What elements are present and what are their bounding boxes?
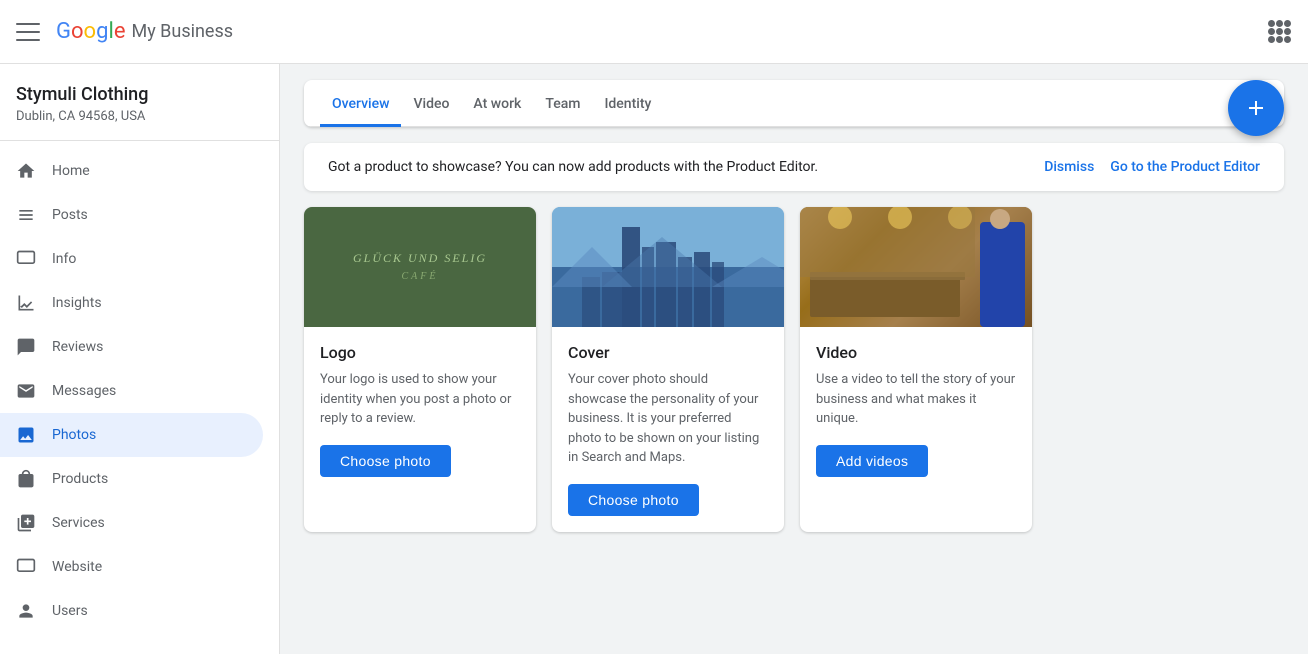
- fab-add-button[interactable]: [1228, 80, 1284, 136]
- sidebar-item-home[interactable]: Home: [0, 149, 263, 193]
- cards-grid: Glück und Selig CAFÉ Logo Your logo is u…: [304, 207, 1284, 532]
- google-wordmark: Google: [56, 19, 125, 44]
- messages-icon: [16, 381, 36, 401]
- sidebar-item-insights[interactable]: Insights: [0, 281, 263, 325]
- main-layout: Stymuli Clothing Dublin, CA 94568, USA H…: [0, 64, 1308, 654]
- video-card: Video Use a video to tell the story of y…: [800, 207, 1032, 532]
- promo-banner: Got a product to showcase? You can now a…: [304, 143, 1284, 191]
- home-icon: [16, 161, 36, 181]
- video-shop-scene: [800, 207, 1032, 327]
- tabs-card: Overview Video At work Team Identity: [304, 80, 1284, 127]
- logo-card-title: Logo: [320, 343, 520, 362]
- sidebar-item-messages[interactable]: Messages: [0, 369, 263, 413]
- insights-icon: [16, 293, 36, 313]
- business-info: Stymuli Clothing Dublin, CA 94568, USA: [0, 64, 279, 141]
- dismiss-button[interactable]: Dismiss: [1044, 159, 1094, 175]
- add-videos-button[interactable]: Add videos: [816, 445, 928, 477]
- sidebar-label-products: Products: [52, 471, 108, 487]
- sidebar-label-info: Info: [52, 251, 76, 267]
- sidebar-item-website[interactable]: Website: [0, 545, 263, 589]
- business-name: Stymuli Clothing: [16, 84, 263, 105]
- sidebar-label-posts: Posts: [52, 207, 88, 223]
- info-icon: [16, 249, 36, 269]
- product-name: My Business: [131, 21, 233, 42]
- tab-identity[interactable]: Identity: [592, 80, 663, 127]
- cover-card-desc: Your cover photo should showcase the per…: [568, 370, 768, 468]
- website-icon: [16, 557, 36, 577]
- sidebar-item-photos[interactable]: Photos: [0, 413, 263, 457]
- video-card-desc: Use a video to tell the story of your bu…: [816, 370, 1016, 429]
- cover-card-image: [552, 207, 784, 327]
- video-card-image: [800, 207, 1032, 327]
- google-logo: Google My Business: [56, 19, 233, 44]
- logo-card-body: Logo Your logo is used to show your iden…: [304, 327, 536, 493]
- logo-choose-photo-button[interactable]: Choose photo: [320, 445, 451, 477]
- cityscape-svg: [552, 207, 784, 327]
- video-card-title: Video: [816, 343, 1016, 362]
- apps-grid-icon[interactable]: [1268, 20, 1292, 44]
- sidebar-label-website: Website: [52, 559, 102, 575]
- product-editor-link[interactable]: Go to the Product Editor: [1110, 159, 1260, 175]
- tab-team[interactable]: Team: [533, 80, 592, 127]
- tab-video[interactable]: Video: [401, 80, 461, 127]
- posts-icon: [16, 205, 36, 225]
- tab-overview[interactable]: Overview: [320, 80, 401, 127]
- services-icon: [16, 513, 36, 533]
- sidebar: Stymuli Clothing Dublin, CA 94568, USA H…: [0, 64, 280, 654]
- sidebar-nav: Home Posts Info Insight: [0, 141, 279, 641]
- header-left: Google My Business: [16, 19, 233, 44]
- cover-choose-photo-button[interactable]: Choose photo: [568, 484, 699, 516]
- cover-card-body: Cover Your cover photo should showcase t…: [552, 327, 784, 532]
- sidebar-label-services: Services: [52, 515, 105, 531]
- hamburger-menu-icon[interactable]: [16, 20, 40, 44]
- sidebar-label-photos: Photos: [52, 427, 96, 443]
- cover-card: Cover Your cover photo should showcase t…: [552, 207, 784, 532]
- logo-card: Glück und Selig CAFÉ Logo Your logo is u…: [304, 207, 536, 532]
- sidebar-label-home: Home: [52, 163, 90, 179]
- top-header: Google My Business: [0, 0, 1308, 64]
- promo-actions: Dismiss Go to the Product Editor: [1044, 159, 1260, 175]
- sidebar-label-insights: Insights: [52, 295, 102, 311]
- video-card-body: Video Use a video to tell the story of y…: [800, 327, 1032, 493]
- products-icon: [16, 469, 36, 489]
- sidebar-label-messages: Messages: [52, 383, 116, 399]
- sidebar-item-products[interactable]: Products: [0, 457, 263, 501]
- photos-icon: [16, 425, 36, 445]
- sidebar-item-users[interactable]: Users: [0, 589, 263, 633]
- sidebar-item-reviews[interactable]: Reviews: [0, 325, 263, 369]
- sidebar-label-users: Users: [52, 603, 88, 619]
- sidebar-item-info[interactable]: Info: [0, 237, 263, 281]
- logo-card-desc: Your logo is used to show your identity …: [320, 370, 520, 429]
- sidebar-item-posts[interactable]: Posts: [0, 193, 263, 237]
- reviews-icon: [16, 337, 36, 357]
- users-icon: [16, 601, 36, 621]
- tab-at-work[interactable]: At work: [461, 80, 533, 127]
- promo-text: Got a product to showcase? You can now a…: [328, 159, 818, 175]
- content-area: Overview Video At work Team Identity Got…: [280, 64, 1308, 654]
- business-address: Dublin, CA 94568, USA: [16, 109, 263, 124]
- tabs-bar: Overview Video At work Team Identity: [304, 80, 1284, 127]
- logo-card-image: Glück und Selig CAFÉ: [304, 207, 536, 327]
- sidebar-label-reviews: Reviews: [52, 339, 103, 355]
- sidebar-item-services[interactable]: Services: [0, 501, 263, 545]
- add-icon: [1244, 96, 1268, 120]
- logo-image-text: Glück und Selig CAFÉ: [353, 251, 487, 284]
- cover-card-title: Cover: [568, 343, 768, 362]
